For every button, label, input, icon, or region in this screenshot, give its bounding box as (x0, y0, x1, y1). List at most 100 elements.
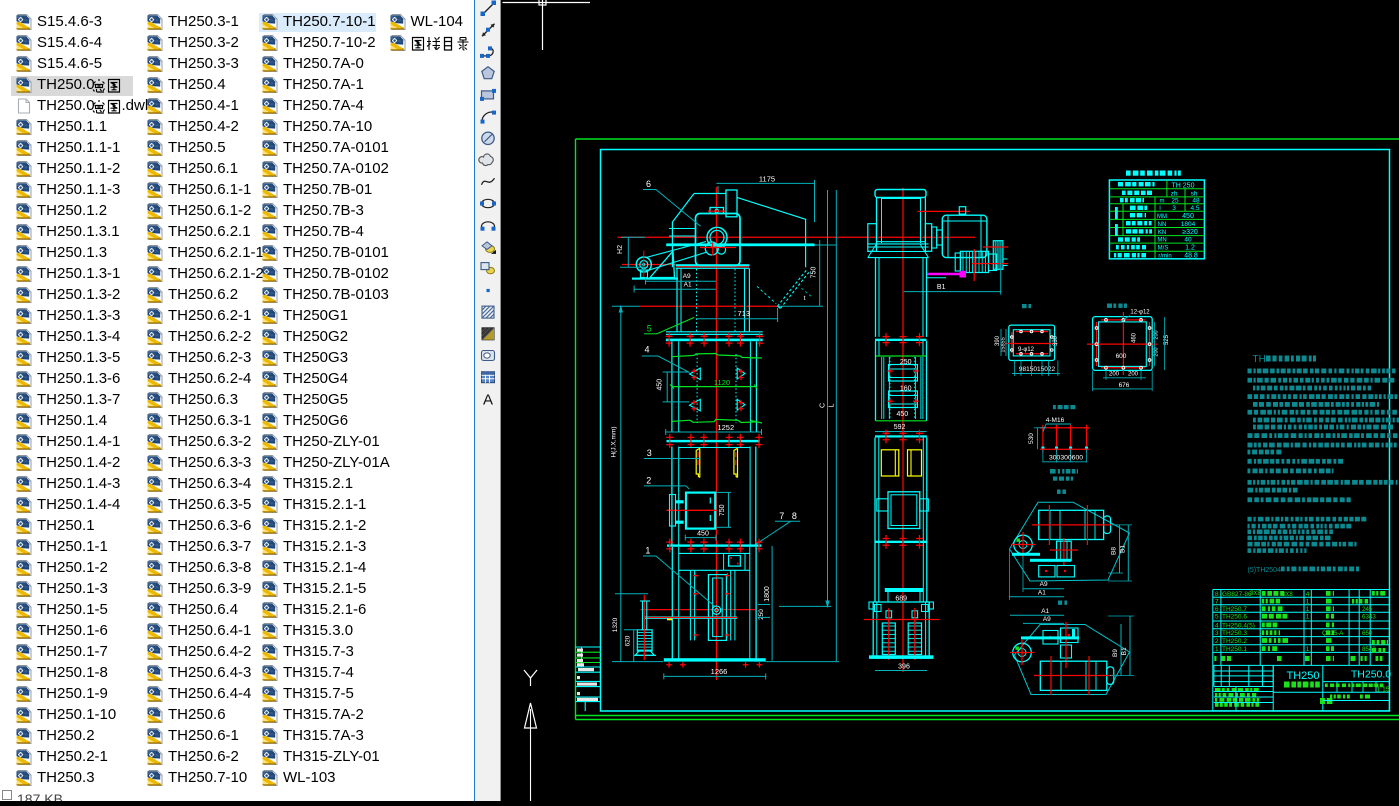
svg-text:3: 3 (647, 448, 652, 458)
svg-text:≥320: ≥320 (1182, 229, 1198, 236)
svg-text:r/min: r/min (1158, 253, 1171, 259)
svg-text:396: 396 (898, 663, 910, 670)
svg-text:A9: A9 (1043, 616, 1051, 623)
svg-text:245: 245 (1362, 606, 1373, 613)
svg-text:H2: H2 (617, 245, 624, 254)
svg-text:B1: B1 (937, 284, 946, 291)
svg-text:1: 1 (1306, 614, 1310, 621)
svg-text:4: 4 (1306, 591, 1310, 598)
svg-text:1: 1 (1306, 599, 1310, 606)
svg-text:4: 4 (1215, 622, 1219, 629)
svg-text:4: 4 (644, 345, 649, 355)
svg-text:1804: 1804 (1181, 221, 1196, 228)
svg-text:1266: 1266 (711, 667, 728, 676)
svg-text:330: 330 (1053, 335, 1059, 346)
svg-text:TH250.6: TH250.6 (1222, 614, 1247, 621)
svg-text:1320: 1320 (612, 617, 619, 632)
svg-text:zh: zh (1171, 190, 1178, 197)
svg-text:160: 160 (900, 385, 912, 392)
svg-text:460: 460 (1132, 332, 1138, 343)
svg-text:200: 200 (1128, 372, 1139, 378)
svg-text:TH250.1: TH250.1 (1222, 646, 1247, 653)
svg-text:A1: A1 (1041, 608, 1049, 615)
svg-text:3X8: 3X8 (1250, 591, 1261, 597)
svg-text:300300600: 300300600 (1049, 455, 1083, 462)
svg-text:25: 25 (1171, 197, 1179, 204)
svg-text:TH250: TH250 (1286, 670, 1319, 682)
svg-text:676: 676 (1119, 382, 1130, 389)
svg-text:1120: 1120 (714, 378, 730, 387)
svg-text:TH250.7: TH250.7 (1222, 606, 1247, 613)
svg-text:KN: KN (1158, 230, 1166, 236)
svg-text:1:15: 1:15 (1376, 686, 1390, 693)
svg-text:9-φ12: 9-φ12 (1018, 347, 1035, 353)
svg-text:8: 8 (792, 511, 797, 521)
svg-text:M/S: M/S (1158, 246, 1169, 252)
svg-text:3: 3 (1215, 630, 1219, 637)
svg-text:A1: A1 (684, 281, 692, 288)
svg-text:H(J.X.mm): H(J.X.mm) (611, 426, 618, 457)
svg-text:450: 450 (697, 531, 709, 538)
svg-text:1.2: 1.2 (1185, 245, 1195, 252)
svg-text:450: 450 (657, 379, 664, 391)
svg-text:713: 713 (738, 309, 751, 318)
svg-text:7: 7 (779, 511, 784, 521)
svg-text:A9: A9 (1040, 581, 1048, 588)
svg-text:3X8: 3X8 (1282, 592, 1293, 598)
svg-text:620: 620 (625, 635, 632, 646)
svg-text:GB827-86: GB827-86 (1222, 591, 1252, 598)
svg-text:592: 592 (894, 424, 906, 431)
svg-text:2: 2 (646, 476, 651, 486)
svg-text:A: A (483, 392, 493, 409)
svg-text:200: 200 (1109, 372, 1120, 378)
svg-text:t: t (804, 295, 806, 302)
svg-text:1800: 1800 (764, 586, 771, 602)
svg-text:m: m (1160, 198, 1165, 204)
svg-text:250: 250 (758, 609, 765, 620)
svg-text:3: 3 (1172, 205, 1176, 212)
svg-text:12-φ12: 12-φ12 (1130, 310, 1150, 316)
svg-text:TH: TH (1253, 354, 1266, 365)
svg-text:4.5: 4.5 (1190, 205, 1199, 212)
svg-text:6: 6 (1215, 606, 1219, 613)
svg-text:TH250.0: TH250.0 (1351, 669, 1391, 681)
svg-text:TH250.3: TH250.3 (1222, 630, 1247, 637)
svg-text:(5)TH2504: (5)TH2504 (1248, 567, 1282, 574)
svg-text:48.8: 48.8 (1184, 252, 1198, 259)
svg-text:C: C (820, 403, 827, 408)
svg-text:B1: B1 (1119, 545, 1126, 553)
svg-text:1: 1 (645, 546, 650, 556)
svg-text:1: 1 (1306, 606, 1310, 613)
svg-text:5: 5 (1215, 614, 1219, 621)
svg-text:6: 6 (646, 179, 651, 189)
svg-text:MM: MM (1157, 214, 1167, 220)
svg-text:6343: 6343 (1362, 614, 1376, 621)
svg-text:750: 750 (719, 504, 726, 516)
svg-text:250: 250 (900, 359, 912, 366)
svg-text:L: L (829, 403, 836, 407)
svg-text:B8: B8 (1110, 547, 1117, 555)
svg-text:5: 5 (647, 324, 652, 334)
svg-text:l: l (1159, 206, 1160, 212)
svg-text:450: 450 (1182, 213, 1194, 220)
svg-text:NN: NN (1158, 222, 1167, 228)
svg-text:650: 650 (1362, 630, 1373, 637)
svg-text:1: 1 (1215, 646, 1219, 653)
svg-text:1: 1 (1306, 646, 1310, 653)
svg-text:1252: 1252 (717, 423, 734, 432)
svg-text:450: 450 (896, 411, 908, 418)
svg-text:MN: MN (1157, 238, 1166, 244)
svg-text:sh: sh (1191, 190, 1198, 197)
svg-text:1175: 1175 (759, 175, 775, 184)
svg-text:2: 2 (1215, 638, 1219, 645)
svg-text:4-M16: 4-M16 (1046, 417, 1065, 424)
svg-text:530: 530 (1028, 433, 1035, 444)
svg-text:B1: B1 (1121, 647, 1128, 655)
svg-text:40: 40 (1184, 237, 1192, 244)
svg-text:TH250.2: TH250.2 (1222, 638, 1247, 645)
svg-text:600: 600 (1116, 353, 1127, 360)
svg-text:9815015022: 9815015022 (1019, 366, 1056, 373)
svg-text:Q235-A: Q235-A (1322, 630, 1344, 637)
svg-text:7: 7 (1215, 599, 1219, 606)
svg-text:750: 750 (811, 267, 818, 279)
